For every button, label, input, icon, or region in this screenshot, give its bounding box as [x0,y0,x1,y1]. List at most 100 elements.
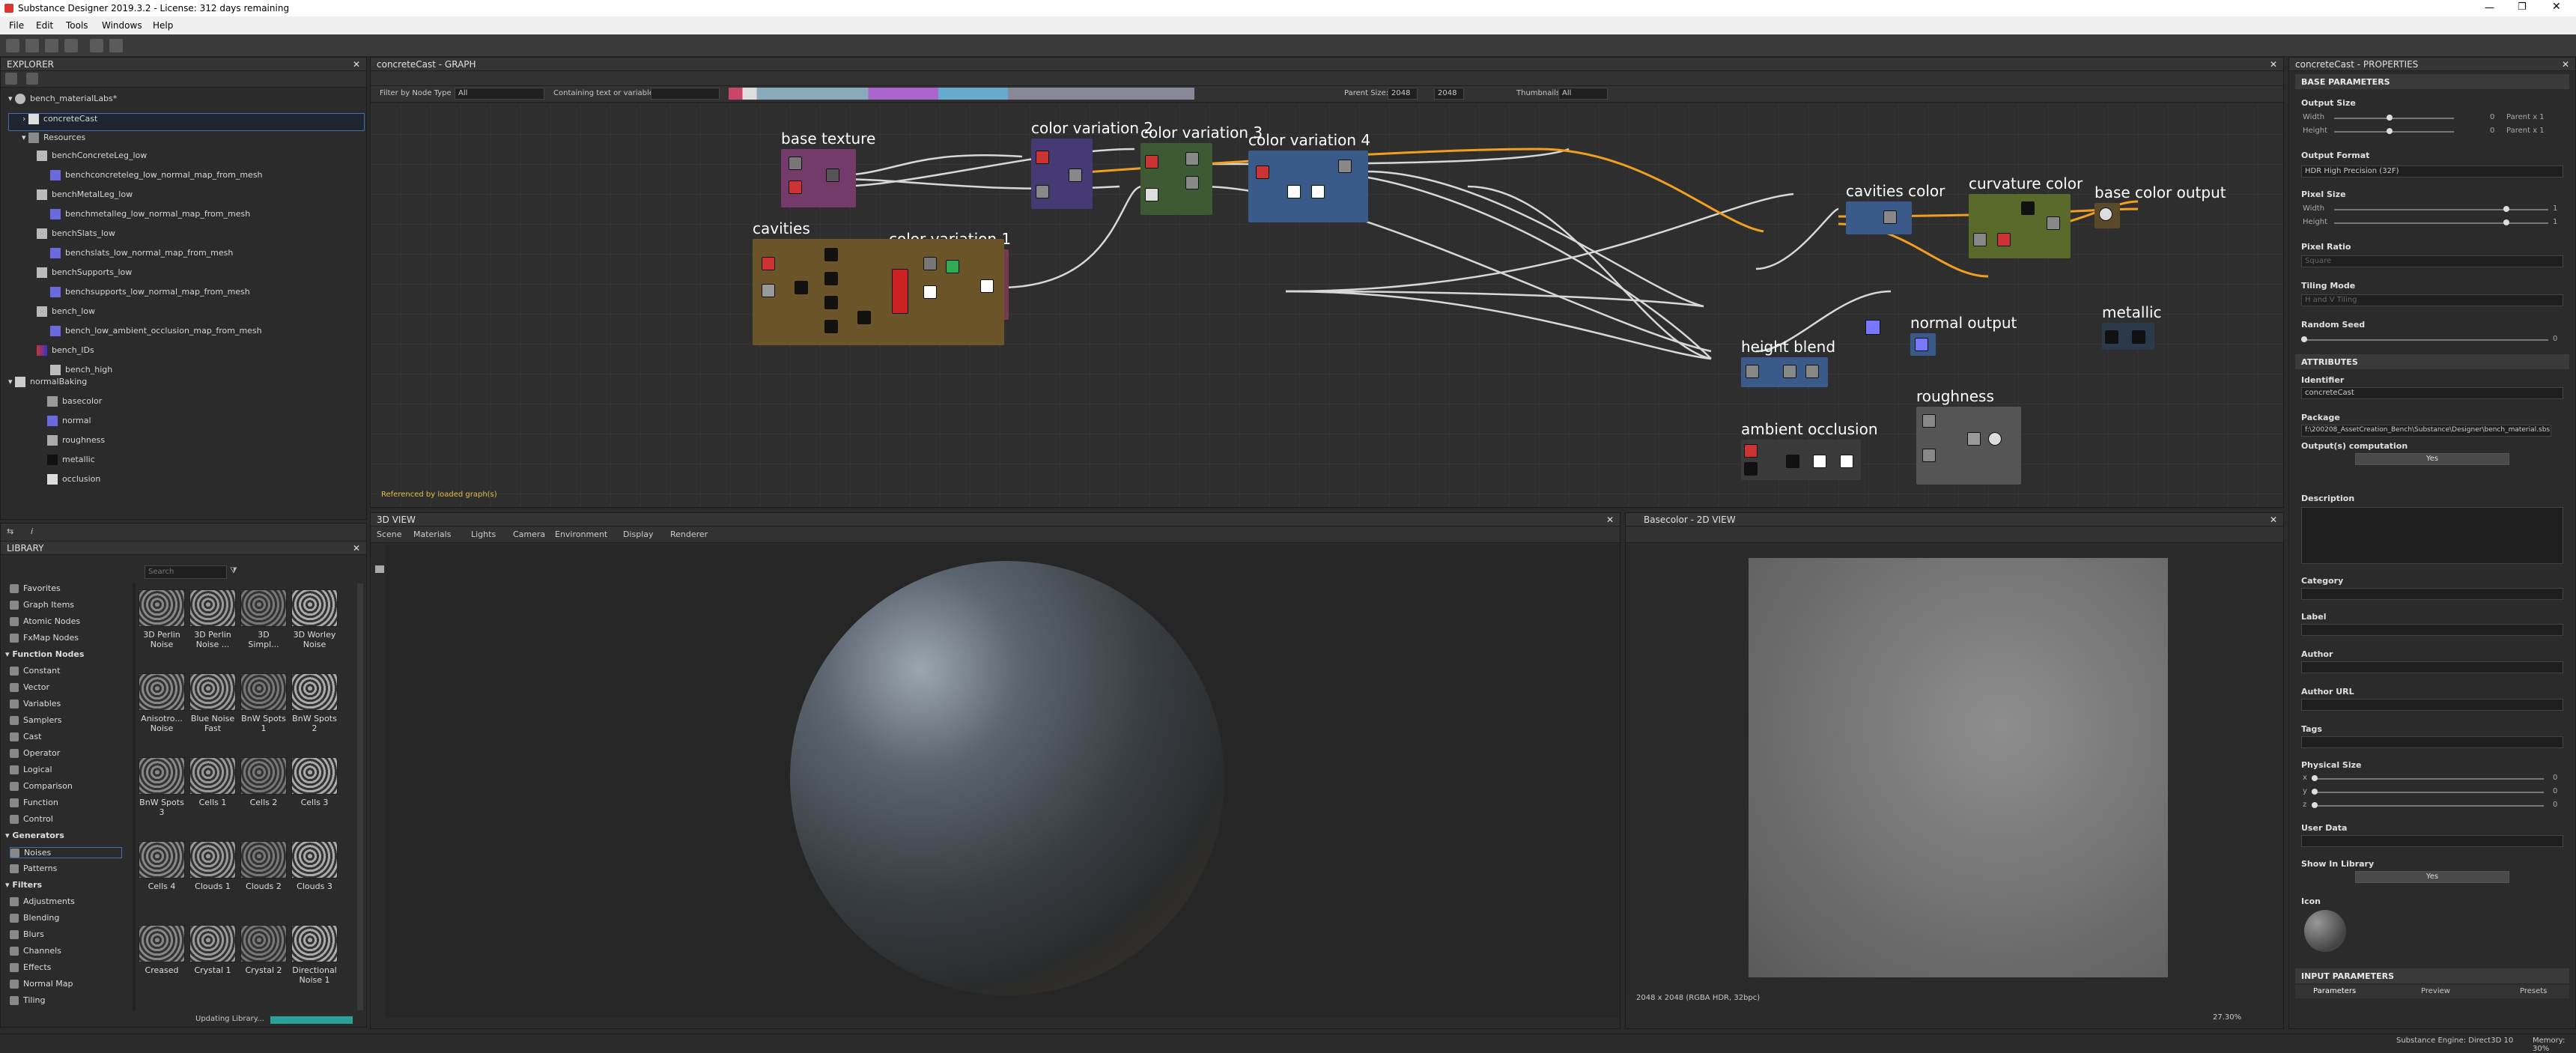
graph-node[interactable] [762,284,775,297]
user-data-input[interactable] [2301,835,2563,847]
library-category[interactable]: Control [10,814,53,824]
graph-icon-thumbnail[interactable] [2304,910,2346,952]
baking-output-item[interactable]: normal [47,416,91,434]
resource-item[interactable]: bench_low [37,306,95,324]
random-seed-value[interactable]: 0 [2553,335,2557,343]
graph-node[interactable] [2021,201,2035,215]
library-category[interactable]: Graph Items [10,600,74,610]
resources-folder[interactable]: ▾ Resources [22,133,85,151]
library-category[interactable]: ▾ Generators [5,831,64,840]
baking-output-item[interactable]: occlusion [47,474,100,492]
view3d-menu-display[interactable]: Display [623,529,654,539]
graph-node[interactable] [1922,414,1936,428]
library-node-item[interactable]: Directional Noise 1 [290,925,339,985]
graph-node[interactable] [1744,462,1758,476]
tab-presets[interactable]: Presets [2520,987,2547,995]
frame-color-variation-2[interactable]: color variation 2 [1031,119,1153,209]
graph-node[interactable] [1805,365,1819,378]
library-node-item[interactable]: BnW Spots 1 [239,673,288,733]
close-icon[interactable]: ✕ [353,59,360,70]
resource-item[interactable]: benchSlats_low [37,228,115,246]
graph-node[interactable] [789,157,802,170]
graph-node[interactable] [1783,365,1796,378]
graph-node[interactable] [1069,169,1082,182]
frame-curvature-color[interactable]: curvature color [1969,175,2083,258]
graph-node[interactable] [1967,432,1981,446]
view3d-menu-renderer[interactable]: Renderer [670,529,708,539]
menu-tools[interactable]: Tools [66,20,88,31]
normal-node[interactable] [1865,320,1880,335]
pixel-ratio-select[interactable]: Square [2301,255,2563,267]
library-category[interactable]: Channels [10,946,61,956]
graph-node[interactable] [824,320,838,333]
thumbnails-select[interactable]: All [1558,88,1608,100]
graph-node[interactable] [1185,176,1199,189]
os-width-slider[interactable] [2334,118,2454,119]
resource-item[interactable]: benchSupports_low [37,267,132,285]
containing-input[interactable] [651,88,720,100]
frame-normal-output[interactable]: normal output [1910,314,2017,356]
author-url-input[interactable] [2301,699,2563,711]
frame-cavities-color[interactable]: cavities color [1846,182,1945,234]
graph-node[interactable] [1744,444,1758,458]
frame-roughness[interactable]: roughness [1916,387,2021,485]
library-category[interactable]: Cast [10,732,41,741]
resource-item[interactable]: benchslats_low_normal_map_from_mesh [50,248,233,266]
graph-node[interactable] [1145,155,1158,169]
library-category[interactable]: Operator [10,748,60,758]
slider-knob[interactable] [2312,789,2318,795]
library-category[interactable]: Constant [10,666,60,676]
baking-output-item[interactable]: metallic [47,455,95,473]
library-node-item[interactable]: Cells 3 [290,757,339,810]
attributes-section[interactable]: ATTRIBUTES [2295,354,2569,369]
graph-node[interactable] [1786,455,1799,468]
phys-y-value[interactable]: 0 [2553,787,2557,795]
maximize-icon[interactable]: ❐ [2518,1,2527,13]
phys-z-value[interactable]: 0 [2553,801,2557,809]
os-height-unit[interactable]: Parent x 1 [2506,127,2545,135]
menu-help[interactable]: Help [153,20,173,31]
graph-node[interactable] [857,311,871,324]
library-category[interactable]: Blurs [10,929,44,939]
graph-node[interactable] [789,180,802,194]
close-icon[interactable]: ✕ [2562,59,2569,70]
library-tab-icon[interactable]: ⇆ [7,526,13,536]
ps-width-slider[interactable] [2334,209,2548,210]
library-node-item[interactable]: 3D Perlin Noise ... [188,589,237,649]
graph-node[interactable] [1746,365,1759,378]
view3d-menu-materials[interactable]: Materials [413,529,451,539]
library-node-item[interactable]: Cells 2 [239,757,288,810]
graph-node[interactable] [1883,210,1897,224]
random-seed-slider[interactable] [2301,339,2548,341]
library-node-item[interactable]: 3D Simpl... [239,589,288,649]
ps-height-slider[interactable] [2334,222,2548,224]
baking-output-item[interactable]: roughness [47,435,105,453]
graph-node[interactable] [980,279,994,293]
library-category[interactable]: Favorites [10,583,61,593]
baking-group[interactable]: ▾ normalBaking [8,377,87,395]
graph-node[interactable] [1036,185,1049,198]
graph-node[interactable] [1338,160,1352,173]
library-node-item[interactable]: Crystal 1 [188,925,237,977]
frame-ambient-occlusion[interactable]: ambient occlusion [1741,420,1878,480]
os-height-value[interactable]: 0 [2490,127,2494,135]
ps-height-value[interactable]: 1 [2553,218,2557,226]
view3d-menu-camera[interactable]: Camera [513,529,545,539]
graph-node[interactable] [892,269,908,314]
slider-knob[interactable] [2387,115,2393,121]
redo-icon[interactable] [109,39,123,52]
resource-item[interactable]: benchconcreteleg_low_normal_map_from_mes… [50,170,263,188]
library-category[interactable]: ▾ Function Nodes [5,649,84,659]
library-node-item[interactable]: 3D Perlin Noise [137,589,186,649]
menu-edit[interactable]: Edit [36,20,53,31]
graph-node[interactable] [946,260,959,273]
graph-node[interactable] [2047,216,2060,230]
library-scrollbar[interactable] [357,583,363,1010]
library-category[interactable]: Adjustments [10,896,75,906]
filter-icon[interactable]: ⧩ [230,565,237,576]
package-path[interactable]: f:\200208_AssetCreation_Bench\Substance\… [2301,425,2551,437]
frame-color-variation-3[interactable]: color variation 3 [1140,124,1263,215]
output-node[interactable] [1915,338,1928,351]
library-category[interactable]: Patterns [10,864,57,873]
slider-knob[interactable] [2503,206,2509,212]
